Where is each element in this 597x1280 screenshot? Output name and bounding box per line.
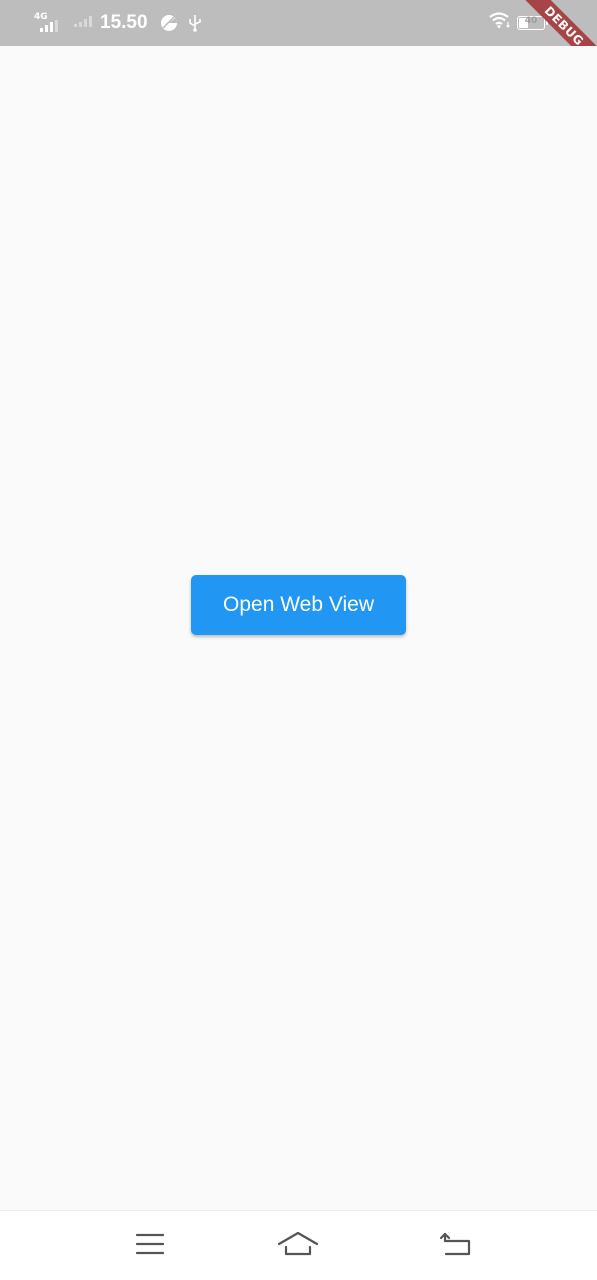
home-button[interactable]: [277, 1229, 319, 1264]
home-icon: [277, 1229, 319, 1264]
menu-button[interactable]: [130, 1229, 170, 1263]
status-bar: 4G 15.50 40: [0, 0, 597, 46]
wifi-icon: [489, 12, 511, 33]
signal-4g-icon: 4G: [34, 12, 60, 34]
status-bar-right: 40: [489, 12, 565, 33]
usb-icon: [188, 14, 202, 32]
battery-icon: 40: [517, 15, 548, 30]
open-web-view-button[interactable]: Open Web View: [191, 575, 406, 635]
status-time: 15.50: [100, 12, 148, 33]
main-content: Open Web View: [0, 46, 597, 1210]
back-icon: [439, 1230, 473, 1263]
signal-icon: [74, 14, 94, 32]
data-saver-icon: [160, 14, 178, 32]
charging-icon: [555, 12, 565, 33]
navigation-bar: [0, 1210, 597, 1280]
battery-label: 40: [524, 15, 538, 26]
back-button[interactable]: [436, 1229, 476, 1263]
menu-icon: [135, 1232, 165, 1261]
status-bar-left: 4G 15.50: [34, 10, 212, 36]
